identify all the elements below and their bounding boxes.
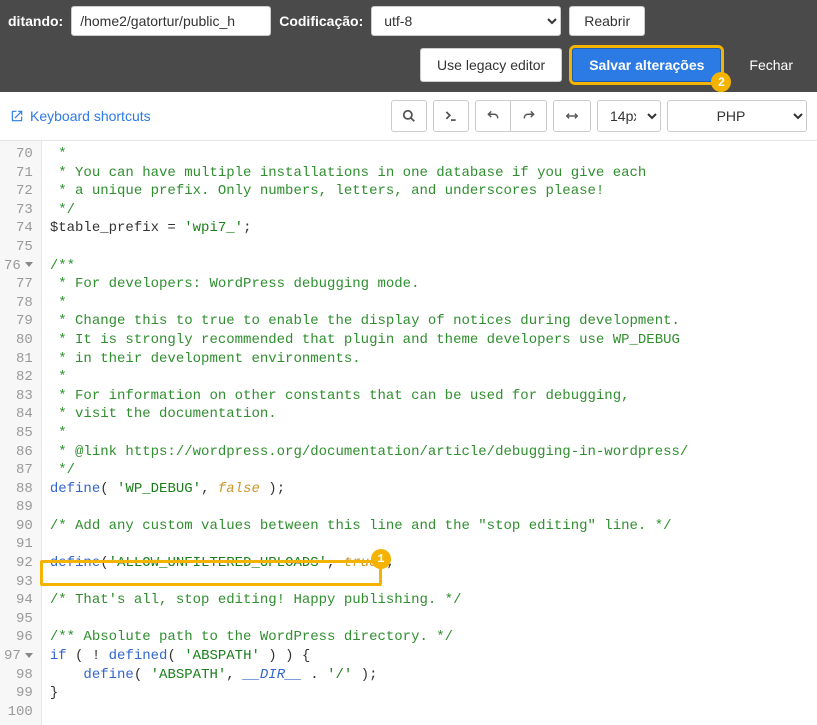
code-area[interactable]: * * You can have multiple installations … bbox=[42, 141, 817, 725]
line-number: 73 bbox=[4, 201, 33, 220]
line-number: 86 bbox=[4, 443, 33, 462]
line-number: 99 bbox=[4, 684, 33, 703]
code-line[interactable]: * in their development environments. bbox=[50, 350, 817, 369]
line-number: 78 bbox=[4, 294, 33, 313]
encoding-select[interactable]: utf-8 bbox=[371, 6, 561, 36]
line-number: 93 bbox=[4, 573, 33, 592]
code-line[interactable]: * It is strongly recommended that plugin… bbox=[50, 331, 817, 350]
editing-label: ditando: bbox=[8, 13, 63, 29]
line-number: 75 bbox=[4, 238, 33, 257]
code-line[interactable]: define( 'WP_DEBUG', false ); bbox=[50, 480, 817, 499]
line-number: 72 bbox=[4, 182, 33, 201]
code-line[interactable] bbox=[50, 610, 817, 629]
code-line[interactable]: * bbox=[50, 294, 817, 313]
code-line[interactable]: */ bbox=[50, 201, 817, 220]
wrap-button[interactable] bbox=[553, 100, 591, 132]
code-line[interactable] bbox=[50, 535, 817, 554]
code-line[interactable] bbox=[50, 498, 817, 517]
line-number: 100 bbox=[4, 703, 33, 722]
code-line[interactable]: * @link https://wordpress.org/documentat… bbox=[50, 443, 817, 462]
language-select[interactable]: PHP bbox=[667, 100, 807, 132]
code-line[interactable]: define('ALLOW_UNFILTERED_UPLOADS', true)… bbox=[50, 554, 817, 573]
code-line[interactable]: * You can have multiple installations in… bbox=[50, 164, 817, 183]
redo-icon bbox=[522, 109, 536, 123]
fontsize-select[interactable]: 14px bbox=[597, 100, 661, 132]
line-number: 82 bbox=[4, 368, 33, 387]
line-number: 89 bbox=[4, 498, 33, 517]
code-editor[interactable]: 7071727374757677787980818283848586878889… bbox=[0, 141, 817, 725]
terminal-icon bbox=[444, 109, 458, 123]
line-number: 70 bbox=[4, 145, 33, 164]
console-button[interactable] bbox=[433, 100, 469, 132]
line-number: 85 bbox=[4, 424, 33, 443]
code-line[interactable]: /** bbox=[50, 257, 817, 276]
code-line[interactable]: * a unique prefix. Only numbers, letters… bbox=[50, 182, 817, 201]
actionbar: Use legacy editor Salvar alterações 2 Fe… bbox=[0, 42, 817, 92]
undo-redo-group bbox=[475, 100, 547, 132]
line-number: 94 bbox=[4, 591, 33, 610]
encoding-label: Codificação: bbox=[279, 13, 363, 29]
code-line[interactable]: } bbox=[50, 684, 817, 703]
line-number: 97 bbox=[4, 647, 33, 666]
line-number: 91 bbox=[4, 535, 33, 554]
code-line[interactable]: */ bbox=[50, 461, 817, 480]
external-link-icon bbox=[10, 109, 24, 123]
line-number: 83 bbox=[4, 387, 33, 406]
save-button[interactable]: Salvar alterações bbox=[572, 48, 721, 82]
close-button[interactable]: Fechar bbox=[731, 48, 809, 82]
line-number: 95 bbox=[4, 610, 33, 629]
line-number: 90 bbox=[4, 517, 33, 536]
undo-button[interactable] bbox=[475, 100, 511, 132]
topbar: ditando: Codificação: utf-8 Reabrir bbox=[0, 0, 817, 42]
reopen-button[interactable]: Reabrir bbox=[569, 6, 645, 36]
search-icon bbox=[402, 109, 416, 123]
code-line[interactable]: $table_prefix = 'wpi7_'; bbox=[50, 219, 817, 238]
line-number: 71 bbox=[4, 164, 33, 183]
line-number: 98 bbox=[4, 666, 33, 685]
line-number: 92 bbox=[4, 554, 33, 573]
line-number: 80 bbox=[4, 331, 33, 350]
line-number: 77 bbox=[4, 275, 33, 294]
code-line[interactable]: define( 'ABSPATH', __DIR__ . '/' ); bbox=[50, 666, 817, 685]
line-number: 84 bbox=[4, 405, 33, 424]
code-line[interactable]: /* That's all, stop editing! Happy publi… bbox=[50, 591, 817, 610]
line-number: 79 bbox=[4, 312, 33, 331]
code-line[interactable]: if ( ! defined( 'ABSPATH' ) ) { bbox=[50, 647, 817, 666]
code-line[interactable]: * For information on other constants tha… bbox=[50, 387, 817, 406]
redo-button[interactable] bbox=[511, 100, 547, 132]
code-line[interactable]: /** Absolute path to the WordPress direc… bbox=[50, 628, 817, 647]
arrows-horizontal-icon bbox=[564, 109, 580, 123]
code-line[interactable]: * visit the documentation. bbox=[50, 405, 817, 424]
line-number: 96 bbox=[4, 628, 33, 647]
search-button[interactable] bbox=[391, 100, 427, 132]
code-line[interactable]: * bbox=[50, 368, 817, 387]
code-line[interactable]: * bbox=[50, 424, 817, 443]
code-line[interactable]: /* Add any custom values between this li… bbox=[50, 517, 817, 536]
code-line[interactable] bbox=[50, 238, 817, 257]
code-line[interactable]: * Change this to true to enable the disp… bbox=[50, 312, 817, 331]
line-number: 87 bbox=[4, 461, 33, 480]
line-number: 88 bbox=[4, 480, 33, 499]
code-line[interactable]: * bbox=[50, 145, 817, 164]
code-line[interactable]: * For developers: WordPress debugging mo… bbox=[50, 275, 817, 294]
line-number: 81 bbox=[4, 350, 33, 369]
undo-icon bbox=[486, 109, 500, 123]
line-number: 76 bbox=[4, 257, 33, 276]
code-line[interactable] bbox=[50, 703, 817, 722]
line-number-gutter: 7071727374757677787980818283848586878889… bbox=[0, 141, 42, 725]
editor-toolbar: Keyboard shortcuts 14px PHP bbox=[0, 92, 817, 141]
line-number: 74 bbox=[4, 219, 33, 238]
keyboard-shortcuts-link[interactable]: Keyboard shortcuts bbox=[10, 108, 151, 124]
code-line[interactable] bbox=[50, 573, 817, 592]
legacy-editor-button[interactable]: Use legacy editor bbox=[420, 48, 562, 82]
highlight-badge-2: 2 bbox=[711, 72, 731, 92]
filepath-input[interactable] bbox=[71, 6, 271, 36]
